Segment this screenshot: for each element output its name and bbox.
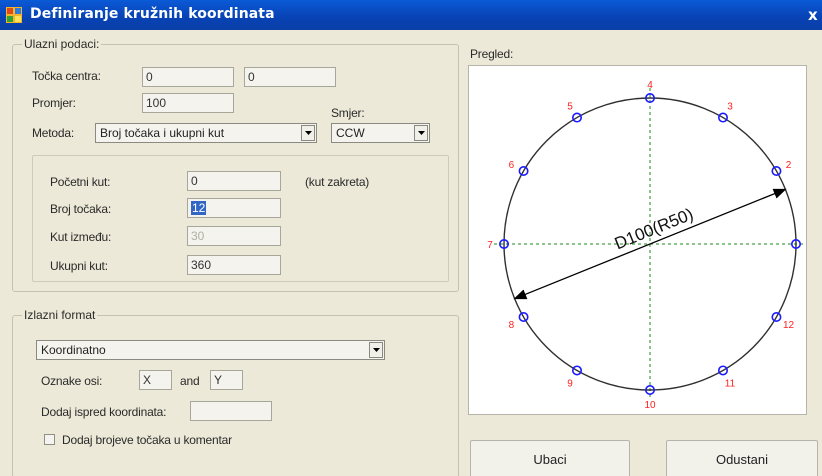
point-label: 12 [783,320,795,331]
point-label: 9 [567,379,573,390]
total-angle-field[interactable]: 360 [187,255,281,275]
input-group-title: Ulazni podaci: [22,37,102,51]
direction-dropdown[interactable]: CCW [331,123,430,143]
cancel-button[interactable]: Odustani [666,440,818,476]
point-label: 5 [567,101,573,112]
point-label: 4 [647,80,653,91]
preview-title: Pregled: [470,47,514,61]
method-value: Broj točaka i ukupni kut [100,126,225,140]
method-dropdown[interactable]: Broj točaka i ukupni kut [95,123,317,143]
angle-between-field: 30 [187,226,281,246]
close-icon[interactable]: x [808,6,822,24]
total-angle-label: Ukupni kut: [50,259,108,273]
point-count-selected-text: 12 [191,201,207,215]
point-label: 8 [509,320,515,331]
insert-button[interactable]: Ubaci [470,440,630,476]
point-label: 2 [786,160,792,171]
format-value: Koordinatno [41,343,106,357]
start-angle-hint: (kut zakreta) [305,175,370,189]
axis-and-label: and [180,374,200,388]
diameter-label: Promjer: [32,96,76,110]
title-bar: Definiranje kružnih koordinata x [0,0,822,30]
center-x-field[interactable]: 0 [142,67,234,87]
chevron-down-icon[interactable] [301,125,315,141]
app-icon [6,7,22,23]
point-count-label: Broj točaka: [50,202,111,216]
dimension-label: D100(R50) [612,205,696,254]
chevron-down-icon[interactable] [369,342,383,358]
dialog-window: Definiranje kružnih koordinata x Ulazni … [0,0,822,476]
prefix-field[interactable] [190,401,272,421]
window-title: Definiranje kružnih koordinata [30,6,275,22]
point-label: 10 [644,400,656,411]
point-label: 6 [509,160,515,171]
axis-y-field[interactable]: Y [210,370,243,390]
start-angle-field[interactable]: 0 [187,171,281,191]
point-label: 11 [725,379,736,390]
angle-between-label: Kut između: [50,230,112,244]
format-dropdown[interactable]: Koordinatno [36,340,385,360]
preview-panel: D100(R50)123456789101112 [468,65,807,415]
direction-label: Smjer: [331,106,365,120]
diameter-field[interactable]: 100 [142,93,234,113]
method-label: Metoda: [32,126,74,140]
start-angle-label: Početni kut: [50,175,111,189]
comment-checkbox[interactable] [44,434,55,445]
output-group-title: Izlazni format [22,308,98,322]
prefix-label: Dodaj ispred koordinata: [41,405,167,419]
center-label: Točka centra: [32,69,101,83]
direction-value: CCW [336,126,365,140]
axis-label: Oznake osi: [41,374,103,388]
chevron-down-icon[interactable] [414,125,428,141]
point-count-field[interactable]: 12 [187,198,281,218]
comment-checkbox-label: Dodaj brojeve točaka u komentar [62,433,232,447]
center-y-field[interactable]: 0 [244,67,336,87]
point-label: 3 [727,101,733,112]
axis-x-field[interactable]: X [139,370,172,390]
point-label: 7 [487,240,493,251]
preview-drawing: D100(R50)123456789101112 [487,80,806,411]
